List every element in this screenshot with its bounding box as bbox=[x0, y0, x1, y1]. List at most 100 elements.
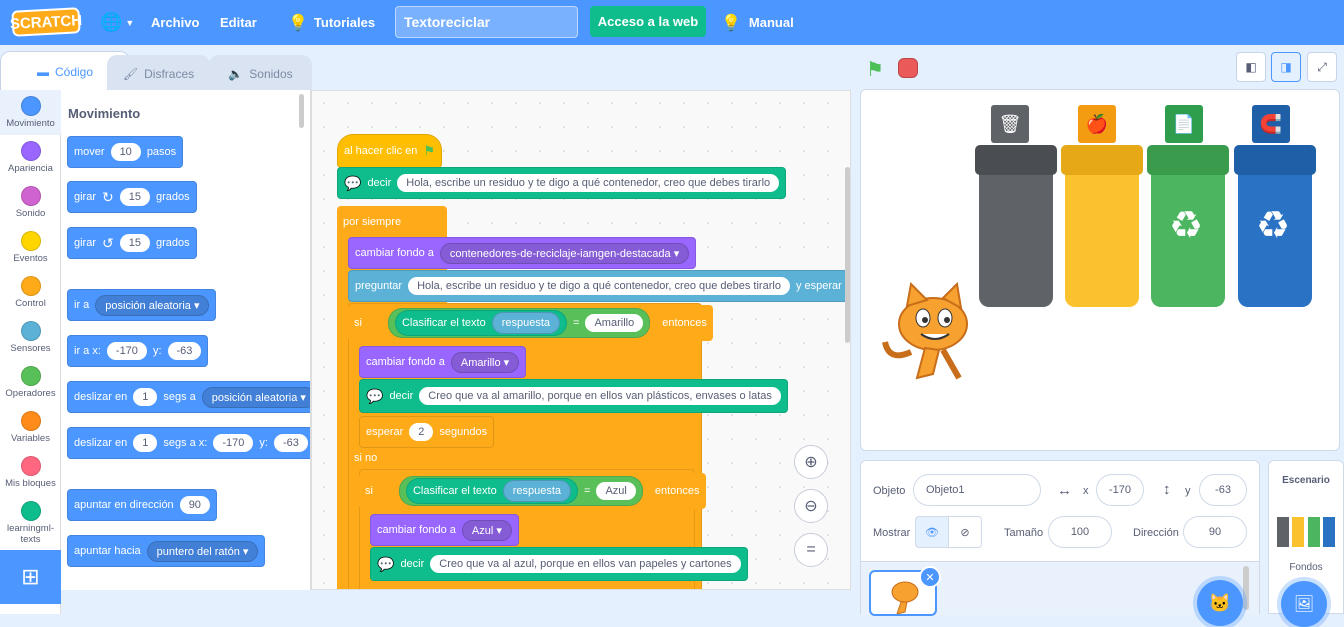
stop-icon[interactable] bbox=[898, 58, 918, 78]
category-looks[interactable]: Apariencia bbox=[0, 135, 61, 180]
block-say[interactable]: 💬 decir Creo que va al amarillo, porque … bbox=[359, 379, 788, 413]
cat-sprite[interactable] bbox=[881, 282, 981, 387]
block-when-flag-clicked[interactable]: al hacer clic en ⚑ bbox=[337, 134, 443, 168]
block-text: grados bbox=[156, 237, 190, 249]
stage-panel[interactable]: Escenario Fondos 🖼 bbox=[1268, 460, 1344, 627]
block-turn-right[interactable]: girar ↻ 15 grados bbox=[67, 181, 197, 213]
block-input[interactable]: 15 bbox=[119, 234, 150, 252]
project-title-input[interactable]: Textoreciclar bbox=[395, 6, 578, 38]
tutorials-menu[interactable]: 💡 Tutoriales bbox=[288, 0, 375, 45]
block-input[interactable]: -63 bbox=[273, 434, 308, 452]
green-flag-icon[interactable]: ⚑ bbox=[866, 57, 884, 82]
answer-reporter[interactable]: respuesta bbox=[491, 312, 561, 334]
choose-backdrop-button[interactable]: 🖼 bbox=[1281, 581, 1327, 627]
equals-operator[interactable]: Clasificar el texto respuesta = Amarillo bbox=[387, 308, 651, 338]
file-menu[interactable]: Archivo bbox=[151, 0, 199, 45]
block-glide-xy[interactable]: deslizar en 1 segs a x: -170 y: -63 bbox=[67, 427, 310, 459]
y-input[interactable]: -63 bbox=[1199, 474, 1247, 506]
block-input[interactable]: -170 bbox=[106, 342, 147, 360]
block-input[interactable]: -170 bbox=[213, 434, 254, 452]
classify-text-reporter[interactable]: Clasificar el texto respuesta bbox=[394, 310, 568, 336]
stage[interactable]: 🗑 🍎 📄 🧲 ♻ ♻ bbox=[860, 89, 1340, 451]
block-input[interactable]: 15 bbox=[119, 188, 150, 206]
classify-text-reporter[interactable]: Clasificar el texto respuesta bbox=[405, 478, 579, 504]
category-sound[interactable]: Sonido bbox=[0, 180, 61, 225]
sprite-list: ✕ 🐱 bbox=[861, 561, 1259, 626]
block-input[interactable]: 1 bbox=[133, 388, 158, 406]
block-goto-xy[interactable]: ir a x: -170 y: -63 bbox=[67, 335, 209, 367]
category-sensing[interactable]: Sensores bbox=[0, 315, 61, 360]
size-input[interactable]: 100 bbox=[1048, 516, 1112, 548]
answer-reporter[interactable]: respuesta bbox=[502, 480, 572, 502]
block-say[interactable]: 💬 decir Hola, escribe un residuo y te di… bbox=[337, 167, 787, 199]
normal-stage-button[interactable]: ◨ bbox=[1271, 52, 1301, 82]
block-input[interactable]: 2 bbox=[409, 423, 434, 441]
block-input[interactable]: 90 bbox=[179, 496, 210, 514]
block-input[interactable]: 1 bbox=[133, 434, 158, 452]
block-dropdown[interactable]: posición aleatoria ▾ bbox=[95, 294, 210, 316]
category-dot bbox=[20, 186, 41, 206]
add-extension-button[interactable]: ⊞ bbox=[0, 550, 61, 604]
block-input[interactable]: Hola, escribe un residuo y te digo a qué… bbox=[408, 277, 790, 295]
tab-costumes[interactable]: 🖌 Disfraces bbox=[107, 55, 210, 91]
scratch-logo[interactable]: SCRATCH bbox=[9, 7, 83, 37]
show-visible-button[interactable]: 👁 bbox=[915, 516, 949, 548]
palette-scrollbar[interactable] bbox=[299, 94, 304, 128]
block-input[interactable]: Hola, escribe un residuo y te digo a qué… bbox=[397, 174, 780, 192]
block-switch-backdrop[interactable]: cambiar fondo a Azul ▾ bbox=[370, 514, 519, 546]
block-dropdown[interactable]: Amarillo ▾ bbox=[450, 351, 520, 373]
category-my-blocks[interactable]: Mis bloques bbox=[0, 450, 61, 495]
block-wait[interactable]: esperar 2 segundos bbox=[359, 416, 495, 448]
web-access-button[interactable]: Acceso a la web bbox=[590, 6, 706, 37]
block-point-direction[interactable]: apuntar en dirección 90 bbox=[67, 489, 217, 521]
block-dropdown[interactable]: Azul ▾ bbox=[461, 519, 512, 541]
block-glide[interactable]: deslizar en 1 segs a posición aleatoria … bbox=[67, 381, 310, 413]
block-input[interactable]: -63 bbox=[167, 342, 202, 360]
size-label: Tamaño bbox=[1004, 527, 1044, 539]
block-turn-left[interactable]: girar ↺ 15 grados bbox=[67, 227, 197, 259]
zoom-in-button[interactable]: ⊕ bbox=[794, 445, 828, 479]
show-hidden-button[interactable]: ⊘ bbox=[948, 516, 982, 548]
direction-input[interactable]: 90 bbox=[1183, 516, 1247, 548]
block-input[interactable]: Creo que va al azul, porque en ellos van… bbox=[430, 555, 741, 573]
category-learningml[interactable]: learningml-texts bbox=[0, 495, 61, 545]
block-switch-backdrop[interactable]: cambiar fondo a Amarillo ▾ bbox=[359, 346, 527, 378]
edit-menu[interactable]: Editar bbox=[220, 0, 257, 45]
block-input[interactable]: Azul bbox=[596, 482, 636, 500]
zoom-reset-button[interactable]: = bbox=[794, 533, 828, 567]
category-label: Control bbox=[15, 298, 46, 309]
category-control[interactable]: Control bbox=[0, 270, 61, 315]
zoom-out-button[interactable]: ⊖ bbox=[794, 489, 828, 523]
sprite-list-scrollbar[interactable] bbox=[1243, 566, 1249, 610]
category-events[interactable]: Eventos bbox=[0, 225, 61, 270]
backdrop-thumbnail[interactable] bbox=[1273, 505, 1339, 549]
block-say[interactable]: 💬 decir Creo que va al azul, porque en e… bbox=[370, 547, 748, 581]
tab-sounds[interactable]: 🔈 Sonidos bbox=[209, 55, 312, 91]
block-switch-backdrop[interactable]: cambiar fondo a contenedores-de-reciclaj… bbox=[348, 237, 697, 269]
category-operators[interactable]: Operadores bbox=[0, 360, 61, 405]
block-dropdown[interactable]: posición aleatoria ▾ bbox=[201, 386, 310, 408]
block-dropdown[interactable]: contenedores-de-reciclaje-iamgen-destaca… bbox=[439, 242, 690, 264]
fullscreen-button[interactable]: ⤢ bbox=[1307, 52, 1337, 82]
block-dropdown[interactable]: puntero del ratón ▾ bbox=[146, 540, 259, 562]
workspace-scrollbar[interactable] bbox=[845, 167, 850, 343]
category-variables[interactable]: Variables bbox=[0, 405, 61, 450]
category-dot bbox=[20, 366, 41, 386]
category-motion[interactable]: Movimiento bbox=[0, 90, 61, 135]
manual-menu[interactable]: 💡 Manual bbox=[721, 0, 794, 45]
script-workspace[interactable]: por siempre al hacer clic en ⚑ 💬 decir H… bbox=[311, 90, 851, 590]
block-input[interactable]: Amarillo bbox=[585, 314, 644, 332]
delete-sprite-button[interactable]: ✕ bbox=[919, 566, 941, 588]
sprite-name-input[interactable]: Objeto1 bbox=[913, 474, 1041, 506]
equals-operator[interactable]: Clasificar el texto respuesta = Azul bbox=[398, 476, 643, 506]
block-move-steps[interactable]: mover 10 pasos bbox=[67, 136, 184, 168]
block-ask-and-wait[interactable]: preguntar Hola, escribe un residuo y te … bbox=[348, 270, 849, 302]
language-menu[interactable]: 🌐 ▼ bbox=[100, 0, 134, 45]
block-point-towards[interactable]: apuntar hacia puntero del ratón ▾ bbox=[67, 535, 266, 567]
block-input[interactable]: 10 bbox=[110, 143, 141, 161]
block-goto[interactable]: ir a posición aleatoria ▾ bbox=[67, 289, 217, 321]
x-input[interactable]: -170 bbox=[1096, 474, 1144, 506]
small-stage-button[interactable]: ◧ bbox=[1236, 52, 1266, 82]
block-input[interactable]: Creo que va al amarillo, porque en ellos… bbox=[419, 387, 781, 405]
choose-sprite-button[interactable]: 🐱 bbox=[1197, 580, 1243, 626]
